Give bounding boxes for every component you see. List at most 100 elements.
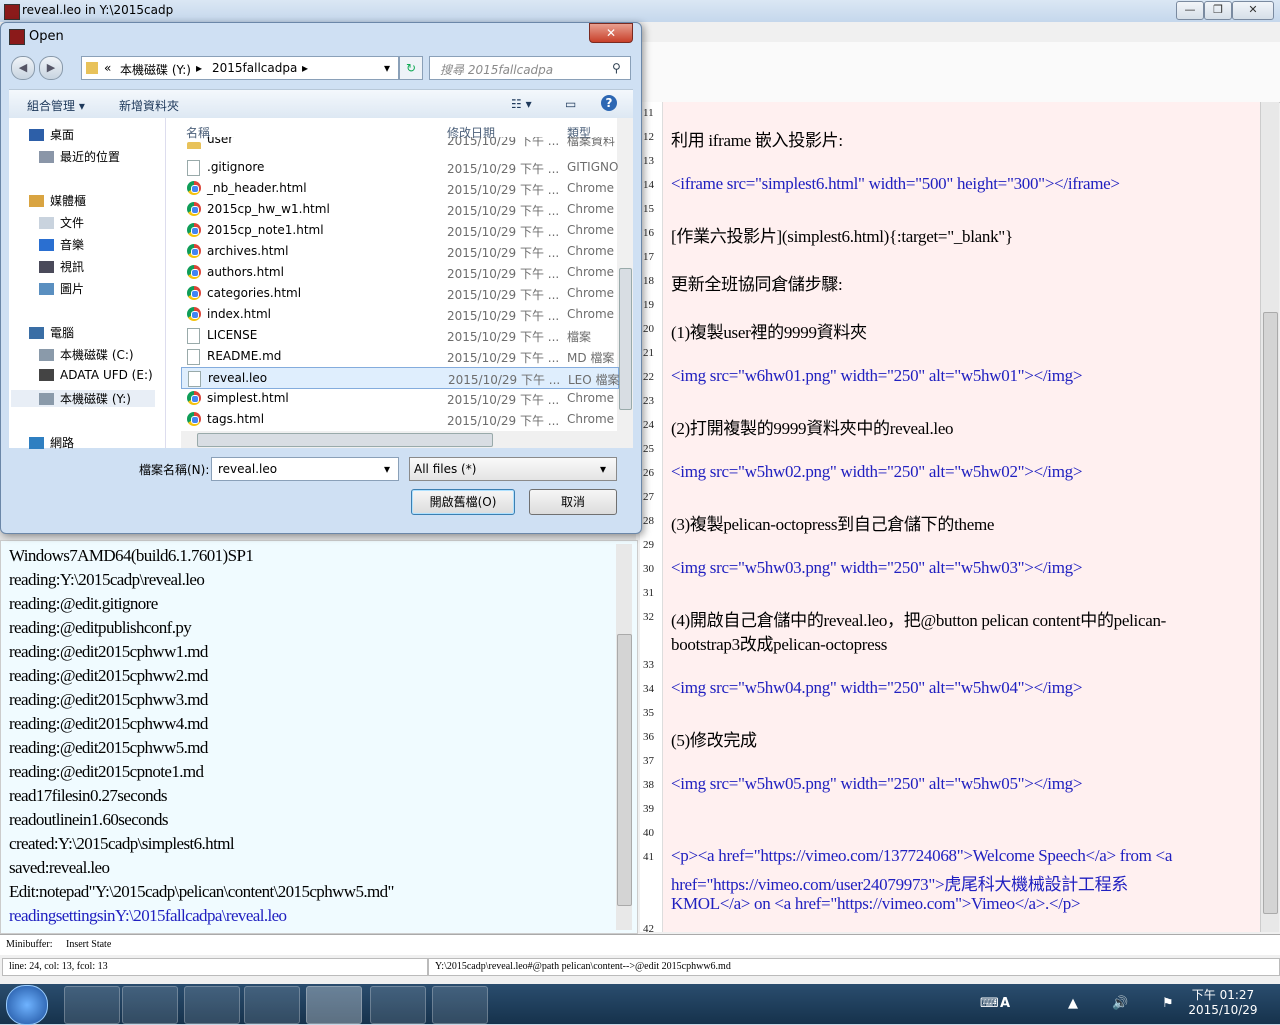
breadcrumb-drive[interactable]: 本機磁碟 (Y:) [120,61,191,78]
app-sphere-taskbar-icon[interactable] [370,986,426,1024]
ime-mode-indicator[interactable]: A [1000,996,1010,1011]
filename-value[interactable]: reveal.leo [218,462,277,476]
nav-item[interactable]: 最近的位置 [39,148,120,165]
breadcrumb-prefix[interactable]: « [104,61,111,75]
navigation-pane[interactable]: 桌面最近的位置媒體櫃文件音樂視訊圖片電腦本機磁碟 (C:) ADATA UFD (… [9,118,166,451]
minibuffer[interactable]: Minibuffer: Insert State [0,934,1280,955]
file-row[interactable]: categories.html 2015/10/29 下午 ... Chrome [181,283,617,303]
new-folder-button[interactable]: 新增資料夾 [119,97,179,114]
nav-item[interactable]: 電腦 [29,324,74,341]
body-line[interactable]: KMOL</a> on <a href="https://vimeo.com">… [671,894,1080,914]
file-row[interactable]: _nb_header.html 2015/10/29 下午 ... Chrome [181,178,617,198]
nav-item[interactable]: ADATA UFD (E:) [39,368,153,382]
nav-item[interactable]: 媒體櫃 [29,192,86,209]
nav-item[interactable]: 本機磁碟 (C:) [39,346,134,363]
file-scroll-thumb[interactable] [619,268,632,410]
address-dropdown-icon[interactable]: ▾ [384,61,390,75]
close-button[interactable]: ✕ [1232,1,1274,20]
dialog-close-button[interactable]: ✕ [589,23,633,43]
internet-explorer-icon[interactable] [64,986,120,1024]
nav-item[interactable]: 網路 [29,434,74,451]
preview-pane-button[interactable]: ▭ [565,97,576,111]
breadcrumb-sep-2[interactable]: ▸ [302,61,308,75]
body-line[interactable]: 利用 iframe 嵌入投影片: [671,126,843,151]
body-line[interactable]: (2)打開複製的9999資料夾中的reveal.leo [671,414,954,439]
search-icon[interactable]: ⚲ [612,61,621,75]
filetype-select[interactable]: All files (*) ▾ [409,457,617,481]
nav-item[interactable]: 桌面 [29,126,74,143]
body-line[interactable]: <p><a href="https://vimeo.com/137724068"… [671,846,1172,866]
file-row[interactable]: README.md 2015/10/29 下午 ... MD 檔案 [181,346,617,366]
file-row[interactable]: user 2015/10/29 下午 ... 檔案資料 [181,137,617,149]
ime-icon[interactable]: ⌨ [980,996,999,1011]
address-bar[interactable]: « 本機磁碟 (Y:) ▸ 2015fallcadpa ▸ ▾ [81,56,399,80]
file-row[interactable]: LICENSE 2015/10/29 下午 ... 檔案 [181,325,617,345]
filename-dropdown-icon[interactable]: ▾ [384,462,390,476]
views-button[interactable]: ☷ ▾ [511,97,532,111]
body-line[interactable]: <iframe src="simplest6.html" width="500"… [671,174,1120,194]
body-line[interactable]: (4)開啟自己倉儲中的reveal.leo，把@button pelican c… [671,606,1166,631]
search-input[interactable]: 搜尋 2015fallcadpa ⚲ [429,56,631,80]
refresh-button[interactable]: ↻ [399,56,423,80]
organize-button[interactable]: 組合管理 ▾ [27,97,85,114]
chrome-taskbar-icon[interactable] [184,986,240,1024]
body-line[interactable]: (5)修改完成 [671,726,757,751]
leo-toolbar[interactable] [640,42,1280,103]
file-row[interactable]: authors.html 2015/10/29 下午 ... Chrome [181,262,617,282]
action-center-flag-icon[interactable]: ⚑ [1162,996,1174,1011]
file-row[interactable]: index.html 2015/10/29 下午 ... Chrome [181,304,617,324]
cancel-button[interactable]: 取消 [529,489,617,515]
body-scroll-thumb[interactable] [1263,312,1278,914]
body-line[interactable]: (1)複製user裡的9999資料夾 [671,318,867,343]
breadcrumb-folder[interactable]: 2015fallcadpa [212,61,297,75]
forward-button[interactable]: ▶ [39,56,63,80]
file-row[interactable]: .gitignore 2015/10/29 下午 ... GITIGNO [181,157,618,177]
body-scrollbar[interactable] [1260,102,1279,932]
nav-item[interactable]: 視訊 [39,258,84,275]
body-line[interactable]: <img src="w5hw02.png" width="250" alt="w… [671,462,1082,482]
nav-item[interactable]: 文件 [39,214,84,231]
file-row[interactable]: 2015cp_hw_w1.html 2015/10/29 下午 ... Chrome [181,199,617,219]
body-line[interactable]: bootstrap3改成pelican-octopress [671,630,887,655]
leo-taskbar-icon[interactable] [306,986,362,1024]
file-row[interactable]: reveal.leo 2015/10/29 下午 ... LEO 檔案 [181,367,620,389]
file-hscroll-thumb[interactable] [197,433,493,447]
file-row[interactable]: 2015cp_note1.html 2015/10/29 下午 ... Chrome [181,220,617,240]
system-clock[interactable]: 下午 01:27 2015/10/29 [1188,988,1258,1018]
file-list-scrollbar[interactable] [617,118,633,448]
body-line[interactable]: <img src="w5hw04.png" width="250" alt="w… [671,678,1082,698]
maximize-button[interactable]: ❐ [1204,1,1232,20]
nav-item[interactable]: 圖片 [39,280,84,297]
body-line[interactable]: (3)複製pelican-octopress到自己倉儲下的theme [671,510,994,535]
nav-item[interactable]: 本機磁碟 (Y:) [11,390,155,407]
body-line[interactable]: 更新全班協同倉儲步驟: [671,270,843,295]
file-row[interactable]: tags.html 2015/10/29 下午 ... Chrome [181,409,617,429]
minimize-button[interactable]: — [1176,1,1204,20]
show-hidden-icons[interactable]: ▲ [1068,996,1078,1011]
body-line[interactable]: <img src="w5hw05.png" width="250" alt="w… [671,774,1082,794]
file-explorer-icon[interactable] [122,986,178,1024]
body-line[interactable]: <img src="w6hw01.png" width="250" alt="w… [671,366,1082,386]
nav-item[interactable]: 音樂 [39,236,84,253]
menu-bar[interactable] [640,22,1280,42]
help-button[interactable]: ? [601,95,617,111]
log-scroll-thumb[interactable] [617,634,632,906]
log-scrollbar[interactable] [616,544,632,930]
filetype-value[interactable]: All files (*) [414,462,476,476]
body-line[interactable]: href="https://vimeo.com/user24079973">虎尾… [671,870,1128,895]
file-row[interactable]: archives.html 2015/10/29 下午 ... Chrome [181,241,617,261]
file-row[interactable]: simplest.html 2015/10/29 下午 ... Chrome [181,388,617,408]
body-line[interactable]: [作業六投影片](simplest6.html){:target="_blank… [671,222,1013,247]
open-button[interactable]: 開啟舊檔(O) [411,489,515,515]
breadcrumb-sep-1[interactable]: ▸ [196,61,202,75]
main-title-bar[interactable]: reveal.leo in Y:\2015cadp — ❐ ✕ [0,0,1280,22]
back-button[interactable]: ◀ [11,56,35,80]
filename-input[interactable]: reveal.leo ▾ [211,457,399,481]
filetype-dropdown-icon[interactable]: ▾ [600,462,606,476]
volume-icon[interactable]: 🔊 [1112,996,1128,1011]
start-button[interactable] [6,985,48,1025]
cmd-taskbar-icon[interactable] [244,986,300,1024]
log-pane[interactable]: Windows7AMD64(build6.1.7601)SP1 reading:Y… [0,540,638,934]
paint-taskbar-icon[interactable] [432,986,488,1024]
body-line[interactable]: <img src="w5hw03.png" width="250" alt="w… [671,558,1082,578]
